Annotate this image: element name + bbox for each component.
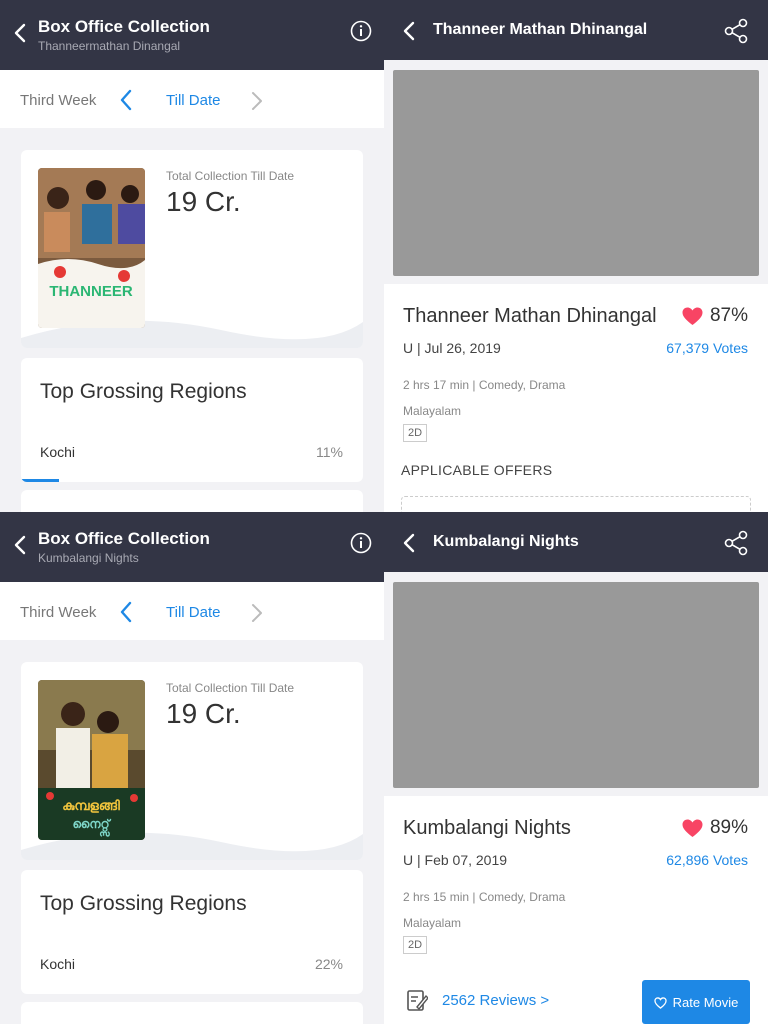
box-office-panel-2: Box Office Collection Kumbalangi Nights …	[0, 512, 384, 1024]
trailer-placeholder[interactable]	[393, 70, 759, 276]
collection-card: THANNEER Total Collection Till Date 19 C…	[21, 150, 363, 348]
back-arrow-icon[interactable]	[402, 20, 416, 42]
rate-movie-label: Rate Movie	[672, 995, 739, 1011]
movie-subtitle: Kumbalangi Nights	[38, 551, 139, 565]
rating-percent: 89%	[709, 817, 748, 838]
certificate-date: U | Feb 07, 2019	[403, 852, 508, 868]
page-title: Box Office Collection	[38, 529, 210, 548]
collection-value: 19 Cr.	[166, 186, 241, 217]
heart-outline-icon	[653, 996, 667, 1009]
back-arrow-icon[interactable]	[12, 22, 28, 44]
movie-subtitle: Thanneermathan Dinangal	[38, 39, 181, 53]
share-icon[interactable]	[724, 18, 748, 44]
next-card	[21, 1002, 363, 1024]
movie-header: Kumbalangi Nights	[384, 512, 768, 572]
heart-icon	[682, 819, 703, 838]
language: Malayalam	[403, 916, 462, 930]
previous-week-tab[interactable]: Third Week	[20, 92, 96, 109]
region-percent: 11%	[316, 444, 343, 460]
movie-detail-panel-1: Thanneer Mathan Dhinangal Thanneer Matha…	[384, 0, 768, 512]
collection-value: 19 Cr.	[166, 698, 241, 729]
regions-title: Top Grossing Regions	[40, 892, 247, 915]
review-icon	[406, 988, 429, 1012]
votes-count[interactable]: 62,896 Votes	[666, 852, 748, 868]
trailer-placeholder[interactable]	[393, 582, 759, 788]
movie-header: Thanneer Mathan Dhinangal	[384, 0, 768, 60]
reviews-link[interactable]: 2562 Reviews >	[442, 992, 549, 1009]
current-week-tab[interactable]: Till Date	[166, 92, 220, 109]
language: Malayalam	[403, 404, 462, 418]
svg-text:THANNEER: THANNEER	[49, 283, 133, 300]
share-icon[interactable]	[724, 530, 748, 556]
duration-genre: 2 hrs 15 min | Comedy, Drama	[403, 890, 566, 904]
box-office-header: Box Office Collection Thanneermathan Din…	[0, 0, 384, 70]
current-week-tab[interactable]: Till Date	[166, 604, 220, 621]
collection-card: കുമ്പളങ്ങി നൈറ്റ്സ് Total Collection Til…	[21, 662, 363, 860]
svg-text:കുമ്പളങ്ങി: കുമ്പളങ്ങി	[62, 798, 120, 814]
movie-poster: കുമ്പളങ്ങി നൈറ്റ്സ്	[38, 680, 145, 840]
region-percent: 22%	[314, 956, 343, 972]
collection-label: Total Collection Till Date	[166, 681, 295, 695]
region-progress-bar	[21, 479, 59, 482]
regions-title: Top Grossing Regions	[40, 380, 247, 403]
chevron-right-icon[interactable]	[250, 602, 264, 624]
collection-label: Total Collection Till Date	[166, 169, 295, 183]
format-tag: 2D	[403, 424, 428, 442]
info-icon[interactable]	[350, 20, 372, 42]
offers-box[interactable]	[401, 496, 751, 512]
movie-name: Thanneer Mathan Dhinangal	[403, 305, 657, 327]
movie-detail-panel-2: Kumbalangi Nights Kumbalangi Nights 89% …	[384, 512, 768, 1024]
back-arrow-icon[interactable]	[12, 534, 28, 556]
page-title: Box Office Collection	[38, 17, 210, 36]
back-arrow-icon[interactable]	[402, 532, 416, 554]
duration-genre: 2 hrs 17 min | Comedy, Drama	[403, 378, 566, 392]
top-regions-card: Top Grossing Regions Kochi 11%	[21, 358, 363, 482]
heart-icon	[682, 307, 703, 326]
movie-name: Kumbalangi Nights	[403, 817, 571, 839]
movie-header-title: Kumbalangi Nights	[433, 533, 579, 550]
certificate-date: U | Jul 26, 2019	[403, 340, 501, 356]
info-icon[interactable]	[350, 532, 372, 554]
rating-percent: 87%	[709, 305, 748, 326]
region-name: Kochi	[40, 444, 76, 460]
format-tag: 2D	[403, 936, 428, 954]
chevron-right-icon[interactable]	[250, 90, 264, 112]
top-regions-card: Top Grossing Regions Kochi 22%	[21, 870, 363, 994]
movie-poster: THANNEER	[38, 168, 145, 328]
week-navigation: Third Week Till Date	[0, 70, 384, 128]
movie-info: Thanneer Mathan Dhinangal 87% U | Jul 26…	[384, 284, 768, 512]
box-office-panel-1: Box Office Collection Thanneermathan Din…	[0, 0, 384, 512]
offers-heading: APPLICABLE OFFERS	[401, 462, 553, 478]
movie-header-title: Thanneer Mathan Dhinangal	[433, 21, 648, 38]
week-navigation: Third Week Till Date	[0, 582, 384, 640]
chevron-left-icon[interactable]	[118, 88, 134, 112]
next-card	[21, 490, 363, 512]
previous-week-tab[interactable]: Third Week	[20, 604, 96, 621]
votes-count[interactable]: 67,379 Votes	[666, 340, 748, 356]
rate-movie-button[interactable]: Rate Movie	[642, 980, 750, 1024]
chevron-left-icon[interactable]	[118, 600, 134, 624]
box-office-header: Box Office Collection Kumbalangi Nights	[0, 512, 384, 582]
region-name: Kochi	[40, 956, 76, 972]
reviews-bar: 2562 Reviews > Rate Movie	[384, 972, 768, 1024]
